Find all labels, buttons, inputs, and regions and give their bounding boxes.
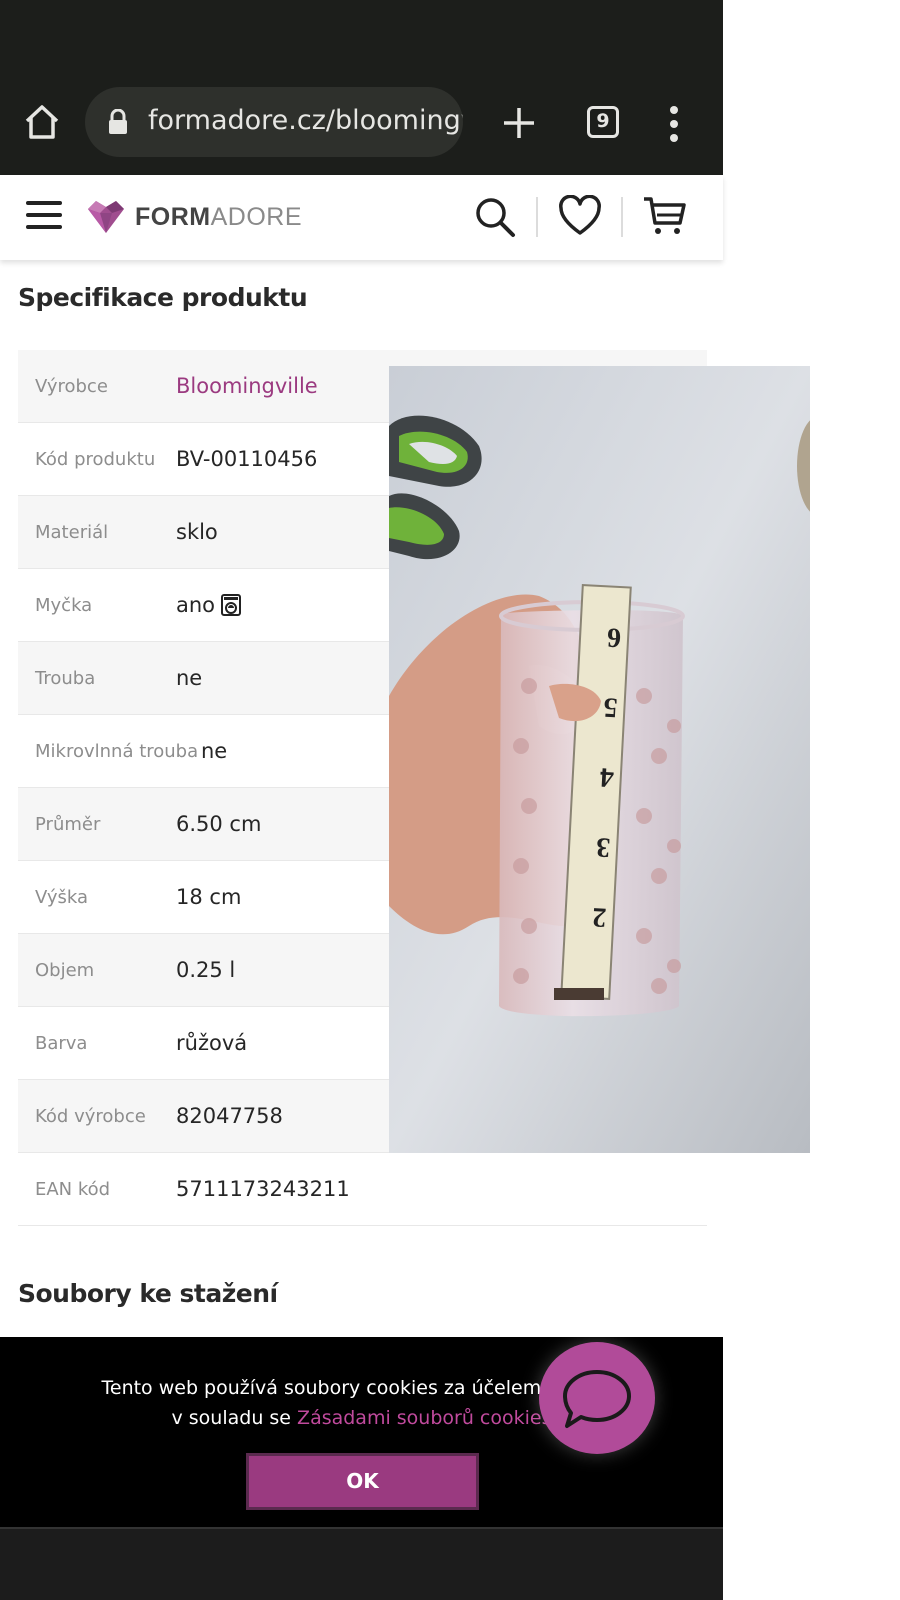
spec-label: Materiál	[35, 521, 109, 543]
table-row: EAN kód 5711173243211	[18, 1153, 707, 1226]
spec-value: 82047758	[176, 1104, 283, 1128]
home-icon[interactable]	[22, 102, 62, 142]
formadore-logo[interactable]: FORMADORE	[86, 197, 302, 237]
spec-label: EAN kód	[35, 1178, 111, 1200]
specs-title: Specifikace produktu	[18, 283, 308, 312]
tab-switcher-button[interactable]: 9	[587, 106, 619, 138]
spec-value: ne	[176, 666, 203, 690]
site-header: FORMADORE	[0, 175, 723, 260]
heart-icon[interactable]	[558, 195, 602, 237]
search-icon[interactable]	[473, 195, 517, 239]
spec-value: 6.50 cm	[176, 812, 262, 836]
header-divider	[536, 197, 538, 237]
spec-value: 5711173243211	[176, 1177, 350, 1201]
dishwasher-icon	[221, 594, 242, 616]
cookie-policy-link[interactable]: Zásadami souborů cookies	[297, 1407, 551, 1429]
downloads-title: Soubory ke stažení	[18, 1279, 278, 1308]
spec-value: 18 cm	[176, 885, 242, 909]
hamburger-icon[interactable]	[26, 201, 62, 231]
more-vertical-icon[interactable]	[662, 104, 686, 144]
tab-count: 9	[596, 110, 610, 132]
header-divider	[621, 197, 623, 237]
spec-value: růžová	[176, 1031, 248, 1055]
spec-label: Průměr	[35, 813, 101, 835]
plus-icon[interactable]	[500, 104, 538, 142]
spec-label: Výrobce	[35, 375, 108, 397]
spec-label: Myčka	[35, 594, 93, 616]
spec-value: BV-00110456	[176, 447, 318, 471]
address-bar[interactable]: formadore.cz/bloomingv	[85, 87, 463, 157]
browser-toolbar: formadore.cz/bloomingv 9	[0, 0, 723, 175]
chat-bubble-icon	[563, 1370, 631, 1428]
spec-label: Mikrovlnná trouba	[35, 740, 199, 762]
spec-value: ano	[176, 593, 216, 617]
svg-text:5: 5	[603, 691, 619, 723]
spec-label: Kód výrobce	[35, 1105, 146, 1127]
cart-icon[interactable]	[642, 193, 688, 239]
cookie-ok-button[interactable]: OK	[246, 1453, 479, 1510]
spec-value-with-icon: ano	[176, 593, 242, 617]
spec-label: Objem	[35, 959, 95, 981]
product-photo[interactable]: 2 3 4 5 6	[389, 366, 810, 1153]
brand-light: ADORE	[210, 202, 303, 231]
svg-text:6: 6	[606, 621, 622, 653]
spec-label: Kód produktu	[35, 448, 156, 470]
logo-mark-icon	[88, 201, 124, 233]
spec-label: Trouba	[35, 667, 96, 689]
spec-value: ne	[201, 739, 228, 763]
cookie-text-prefix: v souladu se	[171, 1407, 298, 1429]
spec-value: sklo	[176, 520, 218, 544]
footer-strip	[0, 1527, 723, 1600]
chat-button[interactable]	[539, 1342, 655, 1454]
svg-text:4: 4	[599, 761, 615, 793]
spec-value: 0.25 l	[176, 958, 236, 982]
brand-bold: FORM	[135, 202, 211, 231]
svg-text:2: 2	[592, 901, 608, 933]
manufacturer-link[interactable]: Bloomingville	[176, 374, 318, 398]
product-photo-illustration: 2 3 4 5 6	[389, 366, 810, 1153]
spec-label: Výška	[35, 886, 88, 908]
lock-icon	[109, 109, 127, 134]
svg-text:3: 3	[595, 831, 611, 863]
url-text: formadore.cz/bloomingv	[148, 105, 463, 136]
spec-label: Barva	[35, 1032, 88, 1054]
